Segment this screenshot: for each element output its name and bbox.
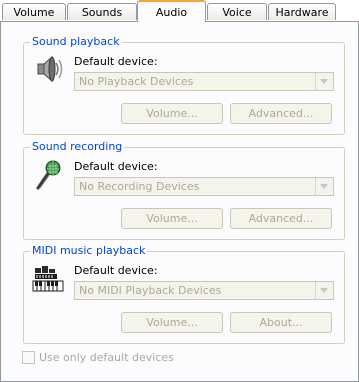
midi-about-button[interactable]: About...: [230, 312, 332, 333]
group-title: Sound playback: [30, 35, 122, 48]
recording-advanced-button[interactable]: Advanced...: [230, 208, 332, 229]
tab-label: Sounds: [81, 6, 123, 19]
tab-label: Volume: [13, 6, 55, 19]
default-device-label: Default device:: [74, 160, 158, 173]
tab-voice[interactable]: Voice: [207, 3, 267, 20]
playback-volume-button[interactable]: Volume...: [121, 103, 223, 124]
playback-device-select[interactable]: No Playback Devices: [74, 72, 334, 91]
button-label: Volume...: [146, 212, 198, 225]
audio-tab-panel: Sound playback Default device: No Playba…: [0, 21, 359, 382]
button-label: Volume...: [146, 316, 198, 329]
button-label: Volume...: [146, 107, 198, 120]
chevron-down-icon[interactable]: [315, 73, 333, 90]
use-default-devices-checkbox[interactable]: [22, 351, 35, 364]
button-label: About...: [259, 316, 303, 329]
tab-label: Voice: [222, 6, 252, 19]
microphone-icon: [32, 158, 64, 190]
midi-keyboard-icon: [32, 262, 64, 294]
button-label: Advanced...: [248, 212, 314, 225]
default-device-label: Default device:: [74, 264, 158, 277]
midi-volume-button[interactable]: Volume...: [121, 312, 223, 333]
chevron-down-icon[interactable]: [315, 178, 333, 195]
chevron-down-icon[interactable]: [315, 282, 333, 299]
playback-advanced-button[interactable]: Advanced...: [230, 103, 332, 124]
midi-device-select[interactable]: No MIDI Playback Devices: [74, 281, 334, 300]
default-device-label: Default device:: [74, 55, 158, 68]
tab-sounds[interactable]: Sounds: [67, 3, 137, 20]
tab-label: Audio: [155, 6, 188, 19]
sound-recording-group: Sound recording Default device: No Recor…: [23, 140, 345, 240]
group-title: MIDI music playback: [30, 244, 148, 257]
recording-volume-button[interactable]: Volume...: [121, 208, 223, 229]
tab-hardware[interactable]: Hardware: [268, 3, 336, 20]
midi-playback-group: MIDI music playback Default device: No M…: [23, 244, 345, 344]
tab-bar: Volume Sounds Audio Voice Hardware: [0, 0, 359, 22]
tab-volume[interactable]: Volume: [2, 3, 66, 20]
sound-playback-group: Sound playback Default device: No Playba…: [23, 35, 345, 135]
group-title: Sound recording: [30, 140, 125, 153]
speaker-icon: [32, 53, 64, 85]
use-default-devices-label: Use only default devices: [39, 351, 174, 364]
midi-device-value: No MIDI Playback Devices: [79, 284, 222, 297]
tab-audio[interactable]: Audio: [137, 0, 206, 22]
tab-label: Hardware: [275, 6, 329, 19]
recording-device-value: No Recording Devices: [79, 180, 200, 193]
button-label: Advanced...: [248, 107, 314, 120]
recording-device-select[interactable]: No Recording Devices: [74, 177, 334, 196]
playback-device-value: No Playback Devices: [79, 75, 194, 88]
